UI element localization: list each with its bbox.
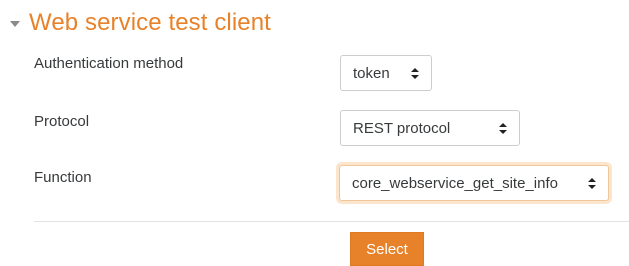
- function-select[interactable]: core_webservice_get_site_info: [339, 165, 609, 201]
- protocol-label: Protocol: [34, 113, 90, 130]
- select-button[interactable]: Select: [350, 232, 424, 266]
- section-title: Web service test client: [29, 9, 271, 36]
- authentication-method-select[interactable]: token: [340, 55, 432, 91]
- select-arrows-icon: [588, 177, 596, 189]
- authentication-method-label: Authentication method: [34, 55, 184, 72]
- form-divider: [34, 221, 629, 222]
- authentication-method-value: token: [353, 64, 390, 82]
- function-label: Function: [34, 169, 92, 186]
- select-arrows-icon: [499, 122, 507, 134]
- select-arrows-icon: [411, 67, 419, 79]
- protocol-select[interactable]: REST protocol: [340, 110, 520, 146]
- web-service-test-client-form: Web service test client Authentication m…: [0, 0, 629, 266]
- function-value: core_webservice_get_site_info: [352, 174, 558, 192]
- protocol-value: REST protocol: [353, 119, 451, 137]
- section-header[interactable]: Web service test client: [10, 6, 271, 40]
- caret-down-icon[interactable]: [10, 21, 20, 27]
